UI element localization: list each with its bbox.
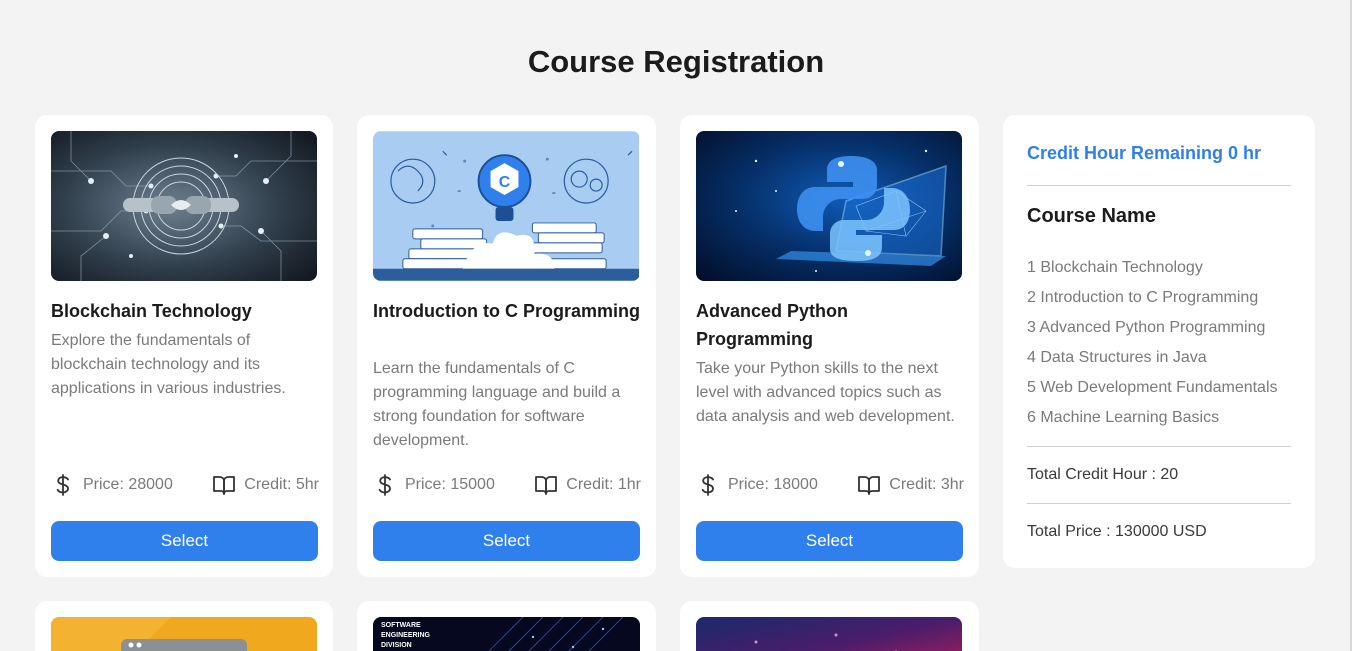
course-card: SOFTWARE ENGINEERING DIVISION (357, 601, 656, 651)
course-credit: Credit: 1hr (566, 476, 641, 493)
course-description: Learn the fundamentals of C programming … (373, 360, 621, 449)
page-title: Course Registration (527, 44, 825, 79)
course-price: Price: 18000 (728, 476, 818, 493)
course-title: Advanced Python Programming (696, 301, 849, 349)
course-card (35, 601, 333, 651)
total-credit-hour: Total Credit Hour : 20 (1027, 466, 1179, 483)
divider (1027, 185, 1291, 186)
course-card (680, 601, 979, 651)
list-item: 4 Data Structures in Java (1027, 349, 1207, 366)
course-image-blockchain (51, 131, 317, 281)
list-item: 3 Advanced Python Programming (1027, 319, 1266, 336)
course-card-blockchain: Blockchain Technology Explore the fundam… (35, 115, 333, 577)
course-description: Explore the fundamentals of blockchain t… (51, 332, 286, 397)
course-title: Introduction to C Programming (373, 301, 640, 321)
course-price: Price: 15000 (405, 476, 495, 493)
select-button[interactable]: Select (51, 521, 318, 561)
course-image-python (696, 131, 962, 281)
course-description: Take your Python skills to the next leve… (696, 360, 955, 425)
selected-courses-panel: Credit Hour Remaining 0 hr Course Name 1… (1003, 115, 1315, 568)
divider (1027, 503, 1291, 504)
book-icon (212, 473, 236, 497)
total-price: Total Price : 130000 USD (1027, 523, 1207, 540)
list-item: 5 Web Development Fundamentals (1027, 379, 1278, 396)
book-icon (857, 473, 881, 497)
course-price: Price: 28000 (83, 476, 173, 493)
course-image (51, 617, 317, 651)
svg-text:C: C (499, 174, 511, 191)
course-image-c-programming: C (373, 131, 640, 281)
course-card-c-programming: C Introduction to C Programming Learn th… (357, 115, 656, 577)
course-credit: Credit: 5hr (244, 476, 319, 493)
dollar-icon (51, 473, 75, 497)
dollar-icon (373, 473, 397, 497)
course-image: SOFTWARE ENGINEERING DIVISION (373, 617, 640, 651)
course-image (696, 617, 962, 651)
select-button[interactable]: Select (373, 521, 640, 561)
course-name-heading: Course Name (1027, 205, 1156, 227)
credit-remaining: Credit Hour Remaining 0 hr (1027, 143, 1262, 163)
book-icon (534, 473, 558, 497)
selected-course-list: 1 Blockchain Technology 2 Introduction t… (1027, 253, 1278, 433)
dollar-icon (696, 473, 720, 497)
list-item: 6 Machine Learning Basics (1027, 409, 1220, 426)
divider (1027, 446, 1291, 447)
select-button[interactable]: Select (696, 521, 963, 561)
course-credit: Credit: 3hr (889, 476, 964, 493)
list-item: 2 Introduction to C Programming (1027, 289, 1259, 306)
list-item: 1 Blockchain Technology (1027, 259, 1203, 276)
course-card-python: Advanced Python Programming Take your Py… (680, 115, 979, 577)
course-title: Blockchain Technology (51, 301, 252, 321)
